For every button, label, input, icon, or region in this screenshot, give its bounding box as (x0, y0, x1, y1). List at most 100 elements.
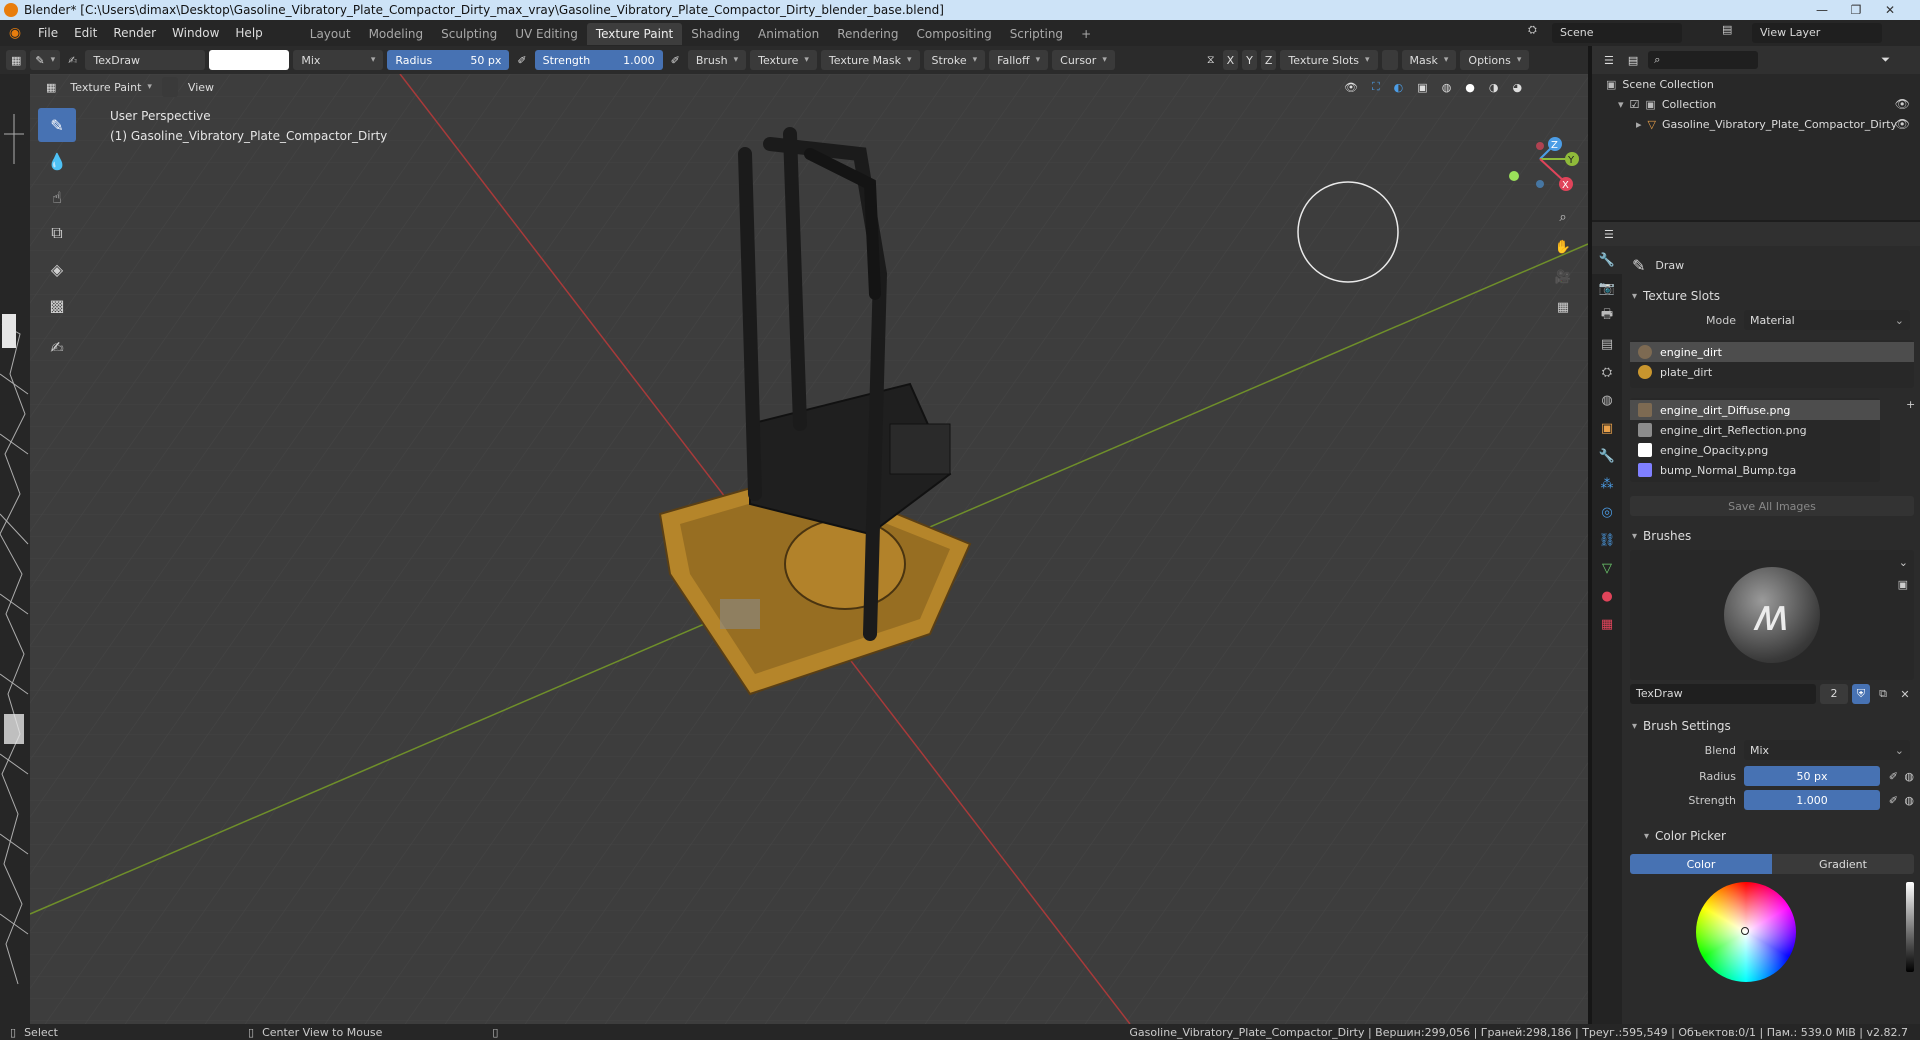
brush-preview-panel[interactable]: ʍ ⌄ ▣ (1630, 550, 1914, 680)
smear-tool-icon[interactable]: ☝ (38, 180, 76, 214)
workspace-tab-rendering[interactable]: Rendering (828, 23, 907, 45)
texture-slots-panel-header[interactable]: Texture Slots (1624, 284, 1920, 308)
gradient-tab[interactable]: Gradient (1772, 854, 1914, 874)
ortho-grid-icon[interactable]: ▦ (1550, 294, 1576, 320)
expand-icon[interactable]: ▾ (1618, 98, 1624, 111)
workspace-tab-shading[interactable]: Shading (682, 23, 749, 45)
collection-checkbox[interactable]: ☑ (1630, 98, 1640, 111)
wireframe-shading-icon[interactable]: ◍ (1438, 81, 1456, 94)
close-icon[interactable]: ✕ (1896, 688, 1914, 701)
collection-visibility-icon[interactable]: 👁 (1895, 97, 1910, 111)
properties-editor-icon[interactable]: ☰ (1600, 228, 1618, 241)
gizmo-icon[interactable]: ⛶ (1368, 80, 1384, 94)
mask-tool-icon[interactable]: ▩ (38, 288, 76, 322)
soften-tool-icon[interactable]: 💧 (38, 144, 76, 178)
workspace-tab-texture-paint[interactable]: Texture Paint (586, 23, 683, 45)
xray-icon[interactable]: ▣ (1413, 81, 1431, 94)
workspace-tab-animation[interactable]: Animation (749, 23, 828, 45)
mask-checkbox[interactable] (1381, 50, 1398, 70)
strength-field[interactable]: 1.000 (1744, 790, 1880, 810)
fake-user-icon[interactable]: ⛨ (1852, 684, 1870, 704)
pressure-icon[interactable]: ✐ (1889, 770, 1898, 783)
workspace-tab-uv-editing[interactable]: UV Editing (506, 23, 587, 45)
outliner-editor-icon[interactable]: ☰ (1600, 54, 1618, 67)
overlay-icon[interactable]: ◐ (1390, 81, 1408, 94)
color-wheel[interactable] (1696, 882, 1796, 982)
tool-tab-icon[interactable]: 🔧 (1592, 246, 1622, 274)
material-shading-icon[interactable]: ◑ (1485, 81, 1503, 94)
unified-icon[interactable]: ◍ (1904, 794, 1914, 807)
zoom-icon[interactable]: ⌕ (1550, 204, 1576, 230)
list-item[interactable]: plate_dirt (1630, 362, 1914, 382)
brush-color-swatch[interactable] (209, 50, 290, 70)
texture-menu[interactable]: Texture (750, 50, 817, 70)
mirror-z-toggle[interactable]: Z (1260, 50, 1277, 70)
3d-viewport[interactable]: User Perspective (1) Gasoline_Vibratory_… (30, 74, 1588, 1024)
mask-toggle[interactable] (161, 77, 178, 97)
strength-slider[interactable]: Strength 1.000 (534, 50, 663, 70)
editor-type-button[interactable]: ▦ (6, 50, 27, 70)
output-tab-icon[interactable]: 🖶 (1592, 302, 1622, 330)
camera-view-icon[interactable]: 🎥 (1550, 264, 1576, 290)
image-list[interactable]: engine_dirt_Diffuse.png engine_dirt_Refl… (1630, 398, 1880, 482)
chevron-down-icon[interactable]: ⌄ (1899, 556, 1908, 569)
navigation-gizmo[interactable]: Z Y X (1500, 114, 1580, 204)
workspace-tab-layout[interactable]: Layout (301, 23, 360, 45)
menu-render[interactable]: Render (105, 20, 164, 46)
pan-hand-icon[interactable]: ✋ (1550, 234, 1576, 260)
mirror-y-toggle[interactable]: Y (1242, 50, 1257, 70)
blend-dropdown[interactable]: Mix ⌄ (1744, 740, 1910, 760)
view-layer-tab-icon[interactable]: ▤ (1592, 330, 1622, 358)
add-slot-icon[interactable]: + (1906, 398, 1915, 411)
data-tab-icon[interactable]: ▽ (1592, 554, 1622, 582)
brush-image-icon[interactable]: ▣ (1898, 578, 1908, 591)
texture-mask-menu[interactable]: Texture Mask (820, 50, 920, 70)
visibility-icon[interactable]: 👁 (1340, 81, 1362, 94)
falloff-menu[interactable]: Falloff (989, 50, 1049, 70)
brush-users-count[interactable]: 2 (1820, 684, 1848, 704)
world-tab-icon[interactable]: ◍ (1592, 386, 1622, 414)
cursor-menu[interactable]: Cursor (1052, 50, 1115, 70)
stroke-menu[interactable]: Stroke (923, 50, 986, 70)
close-button[interactable]: ✕ (1874, 0, 1906, 20)
solid-shading-icon[interactable]: ● (1461, 81, 1479, 94)
annotate-tool-icon[interactable]: ✍ (38, 330, 76, 364)
outliner-search-input[interactable]: ⌕ (1648, 51, 1759, 69)
value-slider[interactable] (1906, 882, 1914, 972)
menu-window[interactable]: Window (164, 20, 227, 46)
outliner-collection[interactable]: ▾ ☑ ▣ Collection 👁 (1592, 94, 1920, 114)
workspace-tab-compositing[interactable]: Compositing (907, 23, 1000, 45)
modifier-tab-icon[interactable]: 🔧 (1592, 442, 1622, 470)
blend-mode-dropdown[interactable]: Mix (293, 50, 384, 70)
object-visibility-icon[interactable]: 👁 (1895, 117, 1910, 131)
menu-file[interactable]: File (30, 20, 66, 46)
draw-tool-icon[interactable]: ✎ (38, 108, 76, 142)
duplicate-icon[interactable]: ⧉ (1874, 687, 1892, 701)
view-layer-selector[interactable]: View Layer (1752, 23, 1882, 43)
radius-field[interactable]: 50 px (1744, 766, 1880, 786)
list-item[interactable]: engine_Opacity.png (1630, 440, 1880, 460)
outliner-display-icon[interactable]: ▤ (1624, 54, 1642, 67)
radius-slider[interactable]: Radius 50 px (387, 50, 510, 70)
material-tab-icon[interactable]: ● (1592, 582, 1622, 610)
save-all-images-button[interactable]: Save All Images (1630, 496, 1914, 516)
outliner-scene-collection[interactable]: ▣ Scene Collection (1592, 74, 1920, 94)
mode-dropdown[interactable]: Texture Paint (66, 81, 156, 94)
color-picker-subpanel-header[interactable]: Color Picker (1624, 824, 1920, 848)
brushes-panel-header[interactable]: Brushes (1624, 524, 1920, 548)
physics-tab-icon[interactable]: ◎ (1592, 498, 1622, 526)
brush-icon[interactable]: ✎ (30, 50, 61, 70)
menu-help[interactable]: Help (227, 20, 270, 46)
color-wheel-cursor[interactable] (1741, 927, 1749, 935)
constraints-tab-icon[interactable]: ⛓ (1592, 526, 1622, 554)
scene-tab-icon[interactable]: ⛭ (1592, 358, 1622, 386)
color-tab[interactable]: Color (1630, 854, 1772, 874)
list-item[interactable]: bump_Normal_Bump.tga (1630, 460, 1880, 480)
list-item[interactable]: engine_dirt_Reflection.png (1630, 420, 1880, 440)
workspace-tab-sculpting[interactable]: Sculpting (432, 23, 506, 45)
workspace-tab-scripting[interactable]: Scripting (1001, 23, 1072, 45)
texture-slots-dropdown[interactable]: Texture Slots (1280, 50, 1378, 70)
list-item[interactable]: engine_dirt_Diffuse.png (1630, 400, 1880, 420)
object-tab-icon[interactable]: ▣ (1592, 414, 1622, 442)
brush-name-field[interactable]: TexDraw (85, 50, 206, 70)
